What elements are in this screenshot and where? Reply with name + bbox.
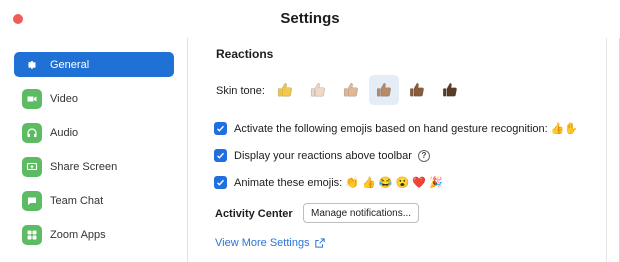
- thumbs-up-icon: [409, 82, 424, 97]
- sidebar-item-label: Audio: [50, 126, 79, 139]
- gesture-recognition-label: Activate the following emojis based on h…: [234, 122, 548, 135]
- activity-center-label: Activity Center: [215, 208, 293, 220]
- sidebar-item-label: Team Chat: [50, 194, 104, 207]
- animated-emojis: 👏 👍 😂 😮 ❤️ 🎉: [345, 177, 443, 189]
- sidebar-item-label: Share Screen: [50, 160, 118, 173]
- title-bar: Settings: [0, 0, 620, 38]
- animate-emojis-option[interactable]: Animate these emojis: 👏 👍 😂 😮 ❤️ 🎉: [214, 176, 443, 189]
- help-icon[interactable]: ?: [417, 149, 430, 162]
- thumbs-up-icon: [277, 82, 292, 97]
- display-reactions-option[interactable]: Display your reactions above toolbar ?: [214, 149, 430, 162]
- gesture-emojis: 👍✋: [550, 123, 579, 135]
- sidebar-item-video[interactable]: Video: [14, 86, 174, 111]
- view-more-settings-label: View More Settings: [215, 237, 310, 249]
- sidebar-item-share-screen[interactable]: Share Screen: [14, 154, 174, 179]
- reactions-heading: Reactions: [216, 47, 274, 61]
- animate-emojis-checkbox[interactable]: [214, 176, 227, 189]
- sidebar-item-label: Zoom Apps: [50, 228, 106, 241]
- thumbs-up-icon: [343, 82, 358, 97]
- sidebar-item-zoom-apps[interactable]: Zoom Apps: [14, 222, 174, 247]
- thumbs-up-icon: [442, 82, 457, 97]
- display-reactions-checkbox[interactable]: [214, 149, 227, 162]
- manage-notifications-button[interactable]: Manage notifications...: [303, 203, 420, 223]
- sidebar-item-label: General: [50, 58, 90, 71]
- gesture-recognition-checkbox[interactable]: [214, 122, 227, 135]
- thumbs-up-icon: [310, 82, 325, 97]
- chat-icon: [22, 190, 42, 211]
- headphones-icon: [22, 122, 42, 143]
- settings-content: Reactions Skin tone: Activate the follow…: [188, 38, 608, 262]
- skin-tone-option[interactable]: [270, 75, 300, 105]
- animate-emojis-label: Animate these emojis:: [234, 176, 343, 189]
- skin-tone-option[interactable]: [336, 75, 366, 105]
- window-title: Settings: [280, 10, 340, 27]
- gear-icon: [22, 55, 42, 75]
- external-link-icon: [314, 238, 325, 248]
- video-icon: [22, 88, 42, 109]
- sidebar-item-general[interactable]: General: [14, 52, 174, 77]
- gesture-recognition-option[interactable]: Activate the following emojis based on h…: [214, 122, 578, 135]
- apps-icon: [22, 224, 42, 245]
- settings-window: Settings General Video Audio Share Scree…: [0, 0, 620, 262]
- sidebar-item-label: Video: [50, 92, 78, 105]
- skin-tone-option[interactable]: [303, 75, 333, 105]
- skin-tone-option[interactable]: [402, 75, 432, 105]
- sidebar-item-audio[interactable]: Audio: [14, 120, 174, 145]
- settings-sidebar: General Video Audio Share Screen Team Ch…: [0, 38, 188, 262]
- skin-tone-label: Skin tone:: [216, 85, 265, 97]
- thumbs-up-icon: [376, 82, 391, 97]
- display-reactions-label: Display your reactions above toolbar: [234, 149, 412, 162]
- sidebar-item-team-chat[interactable]: Team Chat: [14, 188, 174, 213]
- view-more-settings-link[interactable]: View More Settings: [215, 237, 325, 249]
- skin-tone-option[interactable]: [369, 75, 399, 105]
- skin-tone-option[interactable]: [435, 75, 465, 105]
- scrollbar[interactable]: [606, 38, 607, 262]
- share-screen-icon: [22, 156, 42, 177]
